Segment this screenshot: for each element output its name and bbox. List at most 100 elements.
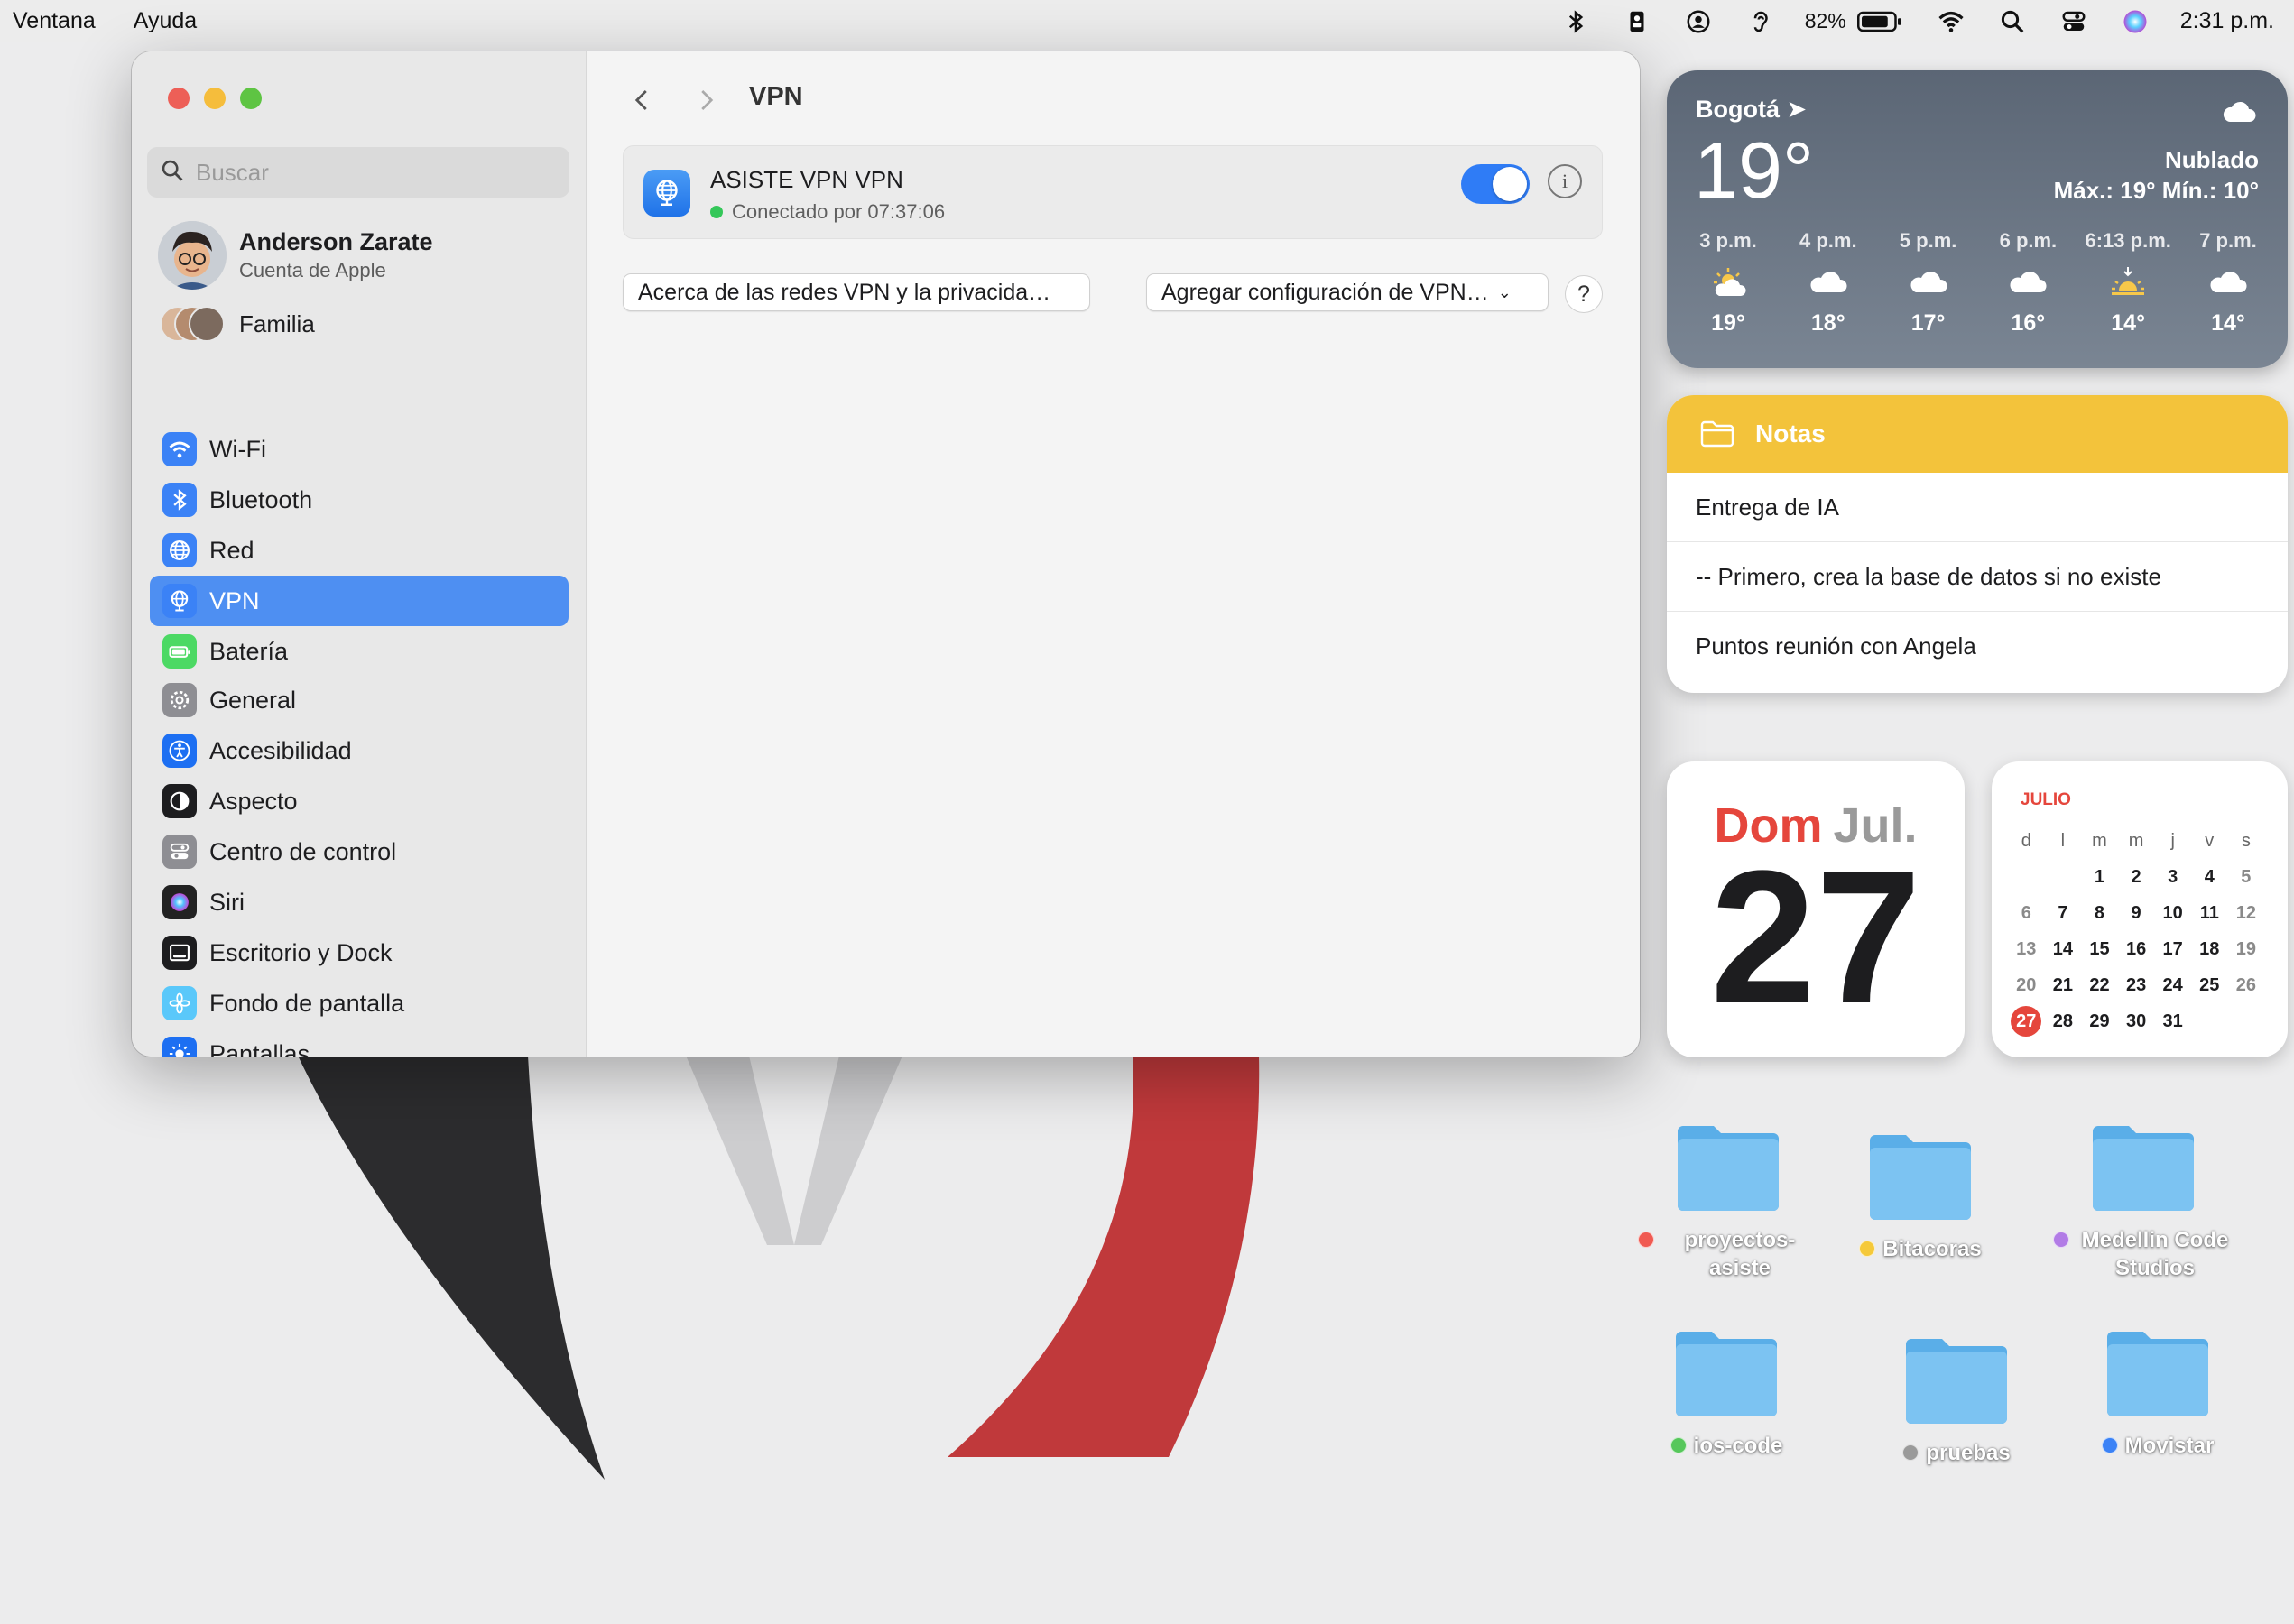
cloud-icon <box>1885 258 1972 305</box>
sidebar-item-general[interactable]: General <box>150 675 569 725</box>
folder-movistar[interactable]: Movistar <box>2067 1324 2248 1460</box>
add-vpn-configuration-button[interactable]: Agregar configuración de VPN… ⌄ <box>1146 273 1549 311</box>
calendar-day[interactable]: 9 <box>2118 903 2155 924</box>
folder-label: Medellin Code Studios <box>2053 1226 2234 1282</box>
apple-account[interactable]: Anderson Zarate Cuenta de Apple <box>158 221 433 290</box>
add-vpn-configuration-label: Agregar configuración de VPN… <box>1161 279 1489 305</box>
calendar-day[interactable]: 2 <box>2118 867 2155 888</box>
calendar-day[interactable]: 3 <box>2154 867 2191 888</box>
forward-button[interactable] <box>688 82 724 118</box>
calendar-day[interactable]: 25 <box>2191 975 2228 996</box>
folder-ios-code[interactable]: ios-code <box>1636 1324 1817 1460</box>
calendar-day[interactable]: 14 <box>2045 939 2082 960</box>
menu-ventana[interactable]: Ventana <box>13 8 96 34</box>
sidebar-item-escritorio-y-dock[interactable]: Escritorio y Dock <box>150 927 569 978</box>
calendar-day[interactable]: 7 <box>2045 903 2082 924</box>
battery-icon <box>162 634 197 669</box>
calendar-weekday-row: d l mm j v s <box>2008 823 2271 859</box>
weather-widget[interactable]: Bogotá ➤ 19° Nublado Máx.: 19° Mín.: 10°… <box>1667 70 2288 368</box>
search-field[interactable] <box>147 147 569 198</box>
calendar-day[interactable]: 10 <box>2154 903 2191 924</box>
sidebar-item-label: Escritorio y Dock <box>209 938 393 966</box>
folder-pruebas[interactable]: pruebas <box>1866 1332 2047 1467</box>
sidebar-item-accesibilidad[interactable]: Accesibilidad <box>150 725 569 776</box>
control-center-icon[interactable] <box>2059 7 2088 36</box>
calendar-day[interactable]: 30 <box>2118 1011 2155 1032</box>
menu-ayuda[interactable]: Ayuda <box>134 8 197 34</box>
sidebar-item-aspecto[interactable]: Aspecto <box>150 776 569 826</box>
sidebar-item-fondo-de-pantalla[interactable]: Fondo de pantalla <box>150 978 569 1029</box>
search-icon[interactable] <box>1998 7 2027 36</box>
forecast-temp: 14° <box>2111 310 2146 336</box>
about-vpn-privacy-button[interactable]: Acerca de las redes VPN y la privacida… <box>623 273 1090 311</box>
zoom-window-button[interactable] <box>240 88 262 109</box>
minimize-window-button[interactable] <box>204 88 226 109</box>
calendar-day[interactable]: 11 <box>2191 903 2228 924</box>
note-item[interactable]: -- Primero, crea la base de datos si no … <box>1667 542 2288 612</box>
calendar-day[interactable]: 29 <box>2081 1011 2118 1032</box>
sidebar-item-bateria[interactable]: Batería <box>150 626 569 677</box>
hearing-icon[interactable] <box>1745 7 1774 36</box>
calendar-day[interactable]: 16 <box>2118 939 2155 960</box>
calendar-day[interactable]: 15 <box>2081 939 2118 960</box>
calendar-day[interactable]: 28 <box>2045 1011 2082 1032</box>
sidebar-item-label: Centro de control <box>209 837 397 865</box>
forecast-temp: 18° <box>1810 310 1845 336</box>
calendar-day[interactable]: 13 <box>2008 939 2045 960</box>
folder-medellin-code-studios[interactable]: Medellin Code Studios <box>2053 1119 2234 1282</box>
calendar-day[interactable]: 6 <box>2008 903 2045 924</box>
siri-icon[interactable] <box>2121 7 2150 36</box>
folder-proyectos-asiste[interactable]: proyectos-asiste <box>1638 1119 1818 1282</box>
family-item[interactable]: Familia <box>160 306 315 342</box>
calendar-week-row: 12345 <box>2008 859 2271 895</box>
calendar-week-row: 20 21 22 23 24 25 26 <box>2008 967 2271 1003</box>
calendar-day[interactable]: 26 <box>2228 975 2265 996</box>
battery-icon[interactable] <box>1855 7 1904 36</box>
calendar-day[interactable]: 31 <box>2154 1011 2191 1032</box>
calendar-day[interactable]: 20 <box>2008 975 2045 996</box>
notes-widget[interactable]: Notas Entrega de IA -- Primero, crea la … <box>1667 395 2288 693</box>
notes-header: Notas <box>1667 395 2288 473</box>
wifi-icon[interactable] <box>1937 7 1966 36</box>
calendar-day[interactable]: 19 <box>2228 939 2265 960</box>
calendar-day[interactable]: 23 <box>2118 975 2155 996</box>
dock-icon <box>162 936 197 970</box>
calendar-day[interactable]: 17 <box>2154 939 2191 960</box>
calendar-day[interactable]: 4 <box>2191 867 2228 888</box>
calendar-day[interactable]: 18 <box>2191 939 2228 960</box>
calendar-day[interactable]: 1 <box>2081 867 2118 888</box>
calendar-day[interactable]: 21 <box>2045 975 2082 996</box>
clock[interactable]: 2:31 p.m. <box>2180 8 2274 34</box>
calendar-day[interactable]: 22 <box>2081 975 2118 996</box>
user-circle-icon[interactable] <box>1684 7 1713 36</box>
folder-bitacoras[interactable]: Bitacoras <box>1830 1128 2011 1263</box>
close-window-button[interactable] <box>168 88 190 109</box>
calendar-day[interactable]: 8 <box>2081 903 2118 924</box>
info-button[interactable]: i <box>1548 164 1582 198</box>
forecast-time: 7 p.m. <box>2199 229 2257 252</box>
bluetooth-icon[interactable] <box>1561 7 1590 36</box>
calendar-day[interactable]: 27 <box>2008 1006 2045 1037</box>
calendar-date-widget[interactable]: Dom Jul. 27 <box>1667 761 1965 1057</box>
calendar-day[interactable]: 12 <box>2228 903 2265 924</box>
calendar-month-widget[interactable]: JULIO d l m m j v s 1 2 3 4 5 6 7 8 9 10 11 12 13 14 15 16 17 18… <box>1992 761 2288 1057</box>
sidebar-item-siri[interactable]: Siri <box>150 877 569 927</box>
sidebar-item-wifi[interactable]: Wi-Fi <box>150 424 569 475</box>
note-item[interactable]: Entrega de IA <box>1667 473 2288 542</box>
calendar-day[interactable]: 24 <box>2154 975 2191 996</box>
calendar-day[interactable]: 5 <box>2228 867 2265 888</box>
sidebar-item-red[interactable]: Red <box>150 525 569 576</box>
search-input[interactable] <box>196 158 557 187</box>
family-label: Familia <box>239 309 315 337</box>
calendar-month-title: JULIO <box>2021 790 2071 809</box>
help-button[interactable]: ? <box>1565 275 1603 313</box>
sidebar-item-pantallas[interactable]: Pantallas <box>150 1029 569 1057</box>
sidebar-item-centro-de-control[interactable]: Centro de control <box>150 826 569 877</box>
id-card-icon[interactable] <box>1623 7 1651 36</box>
folder-icon <box>1870 1135 1971 1220</box>
sidebar-item-vpn[interactable]: VPN <box>150 576 569 626</box>
back-button[interactable] <box>624 82 661 118</box>
vpn-toggle[interactable] <box>1461 164 1530 204</box>
sidebar-item-bluetooth[interactable]: Bluetooth <box>150 475 569 525</box>
note-item[interactable]: Puntos reunión con Angela <box>1667 612 2288 681</box>
